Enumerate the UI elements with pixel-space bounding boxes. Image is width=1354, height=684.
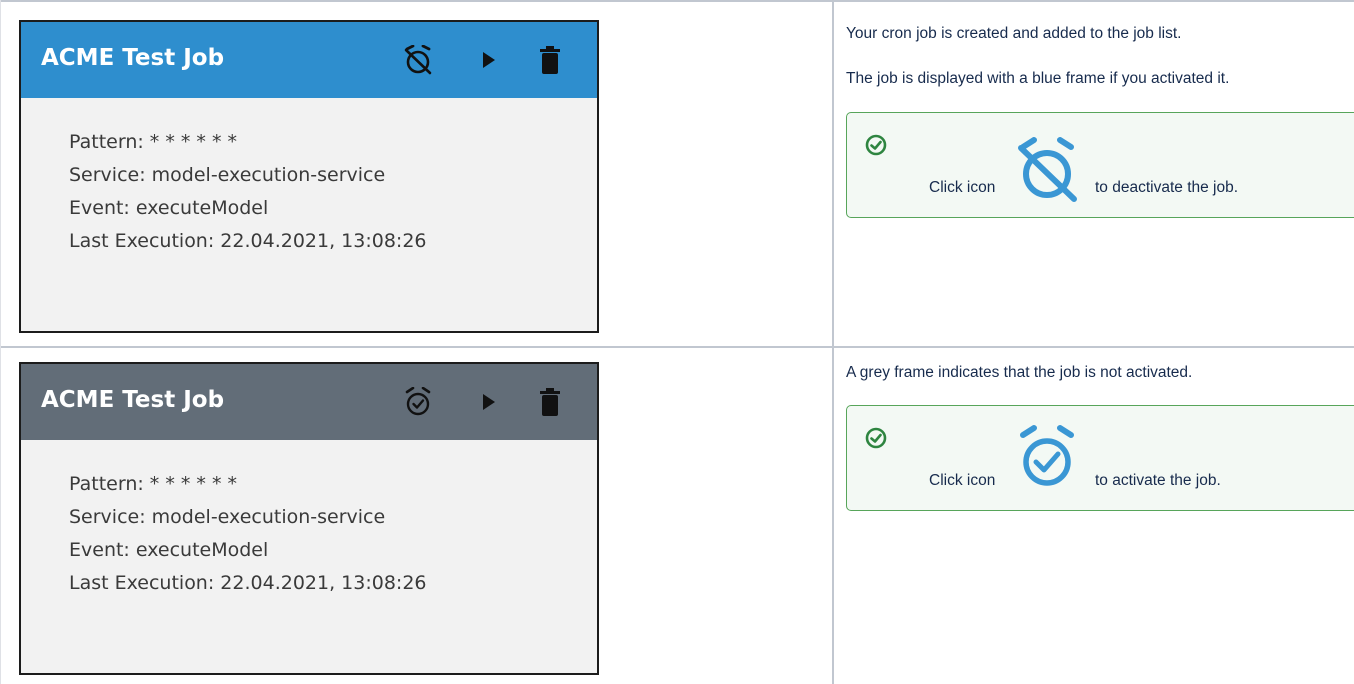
tip-panel-activate: Click icon to activate the job. xyxy=(846,405,1354,511)
job-details: Pattern: * * * * * * Service: model-exec… xyxy=(69,126,427,258)
job-service: Service: model-execution-service xyxy=(69,506,386,528)
trash-icon[interactable] xyxy=(536,386,564,418)
trash-icon[interactable] xyxy=(536,44,564,76)
alarm-check-icon xyxy=(1020,425,1074,486)
note-grey-frame: A grey frame indicates that the job is n… xyxy=(846,364,1193,381)
play-icon[interactable] xyxy=(475,386,503,418)
check-circle-icon xyxy=(865,134,887,156)
play-icon[interactable] xyxy=(475,44,503,76)
note-blue-frame: The job is displayed with a blue frame i… xyxy=(846,70,1230,87)
alarm-off-icon[interactable] xyxy=(404,44,432,76)
job-last-execution: Last Execution: 22.04.2021, 13:08:26 xyxy=(69,572,427,594)
job-title: ACME Test Job xyxy=(41,45,225,71)
job-pattern: Pattern: * * * * * * xyxy=(69,131,237,153)
job-event: Event: executeModel xyxy=(69,539,269,561)
tip-suffix: to deactivate the job. xyxy=(1095,179,1239,196)
table-border-left xyxy=(0,0,1,684)
check-circle-icon xyxy=(865,427,887,449)
alarm-check-icon[interactable] xyxy=(404,386,432,418)
job-details: Pattern: * * * * * * Service: model-exec… xyxy=(69,468,427,600)
table-border-top xyxy=(0,0,1354,2)
table-row-divider xyxy=(0,346,1354,348)
tip-panel-deactivate: Click icon to deactivate the job. xyxy=(846,112,1354,218)
tip-suffix: to activate the job. xyxy=(1095,472,1221,489)
page: ACME Test Job Pattern: * * * * * * Servi… xyxy=(0,0,1354,684)
note-job-created: Your cron job is created and added to th… xyxy=(846,25,1182,42)
tip-prefix: Click icon xyxy=(929,472,996,489)
tip-prefix: Click icon xyxy=(929,179,996,196)
job-last-execution: Last Execution: 22.04.2021, 13:08:26 xyxy=(69,230,427,252)
job-card-header: ACME Test Job xyxy=(21,364,597,440)
job-pattern: Pattern: * * * * * * xyxy=(69,473,237,495)
job-title: ACME Test Job xyxy=(41,387,225,413)
job-card-inactive: ACME Test Job Pattern: * * * * * * Servi… xyxy=(19,362,599,675)
job-service: Service: model-execution-service xyxy=(69,164,386,186)
job-event: Event: executeModel xyxy=(69,197,269,219)
job-card-header: ACME Test Job xyxy=(21,22,597,98)
alarm-off-icon xyxy=(1018,137,1077,202)
job-card-active: ACME Test Job Pattern: * * * * * * Servi… xyxy=(19,20,599,333)
table-column-divider xyxy=(832,0,834,684)
